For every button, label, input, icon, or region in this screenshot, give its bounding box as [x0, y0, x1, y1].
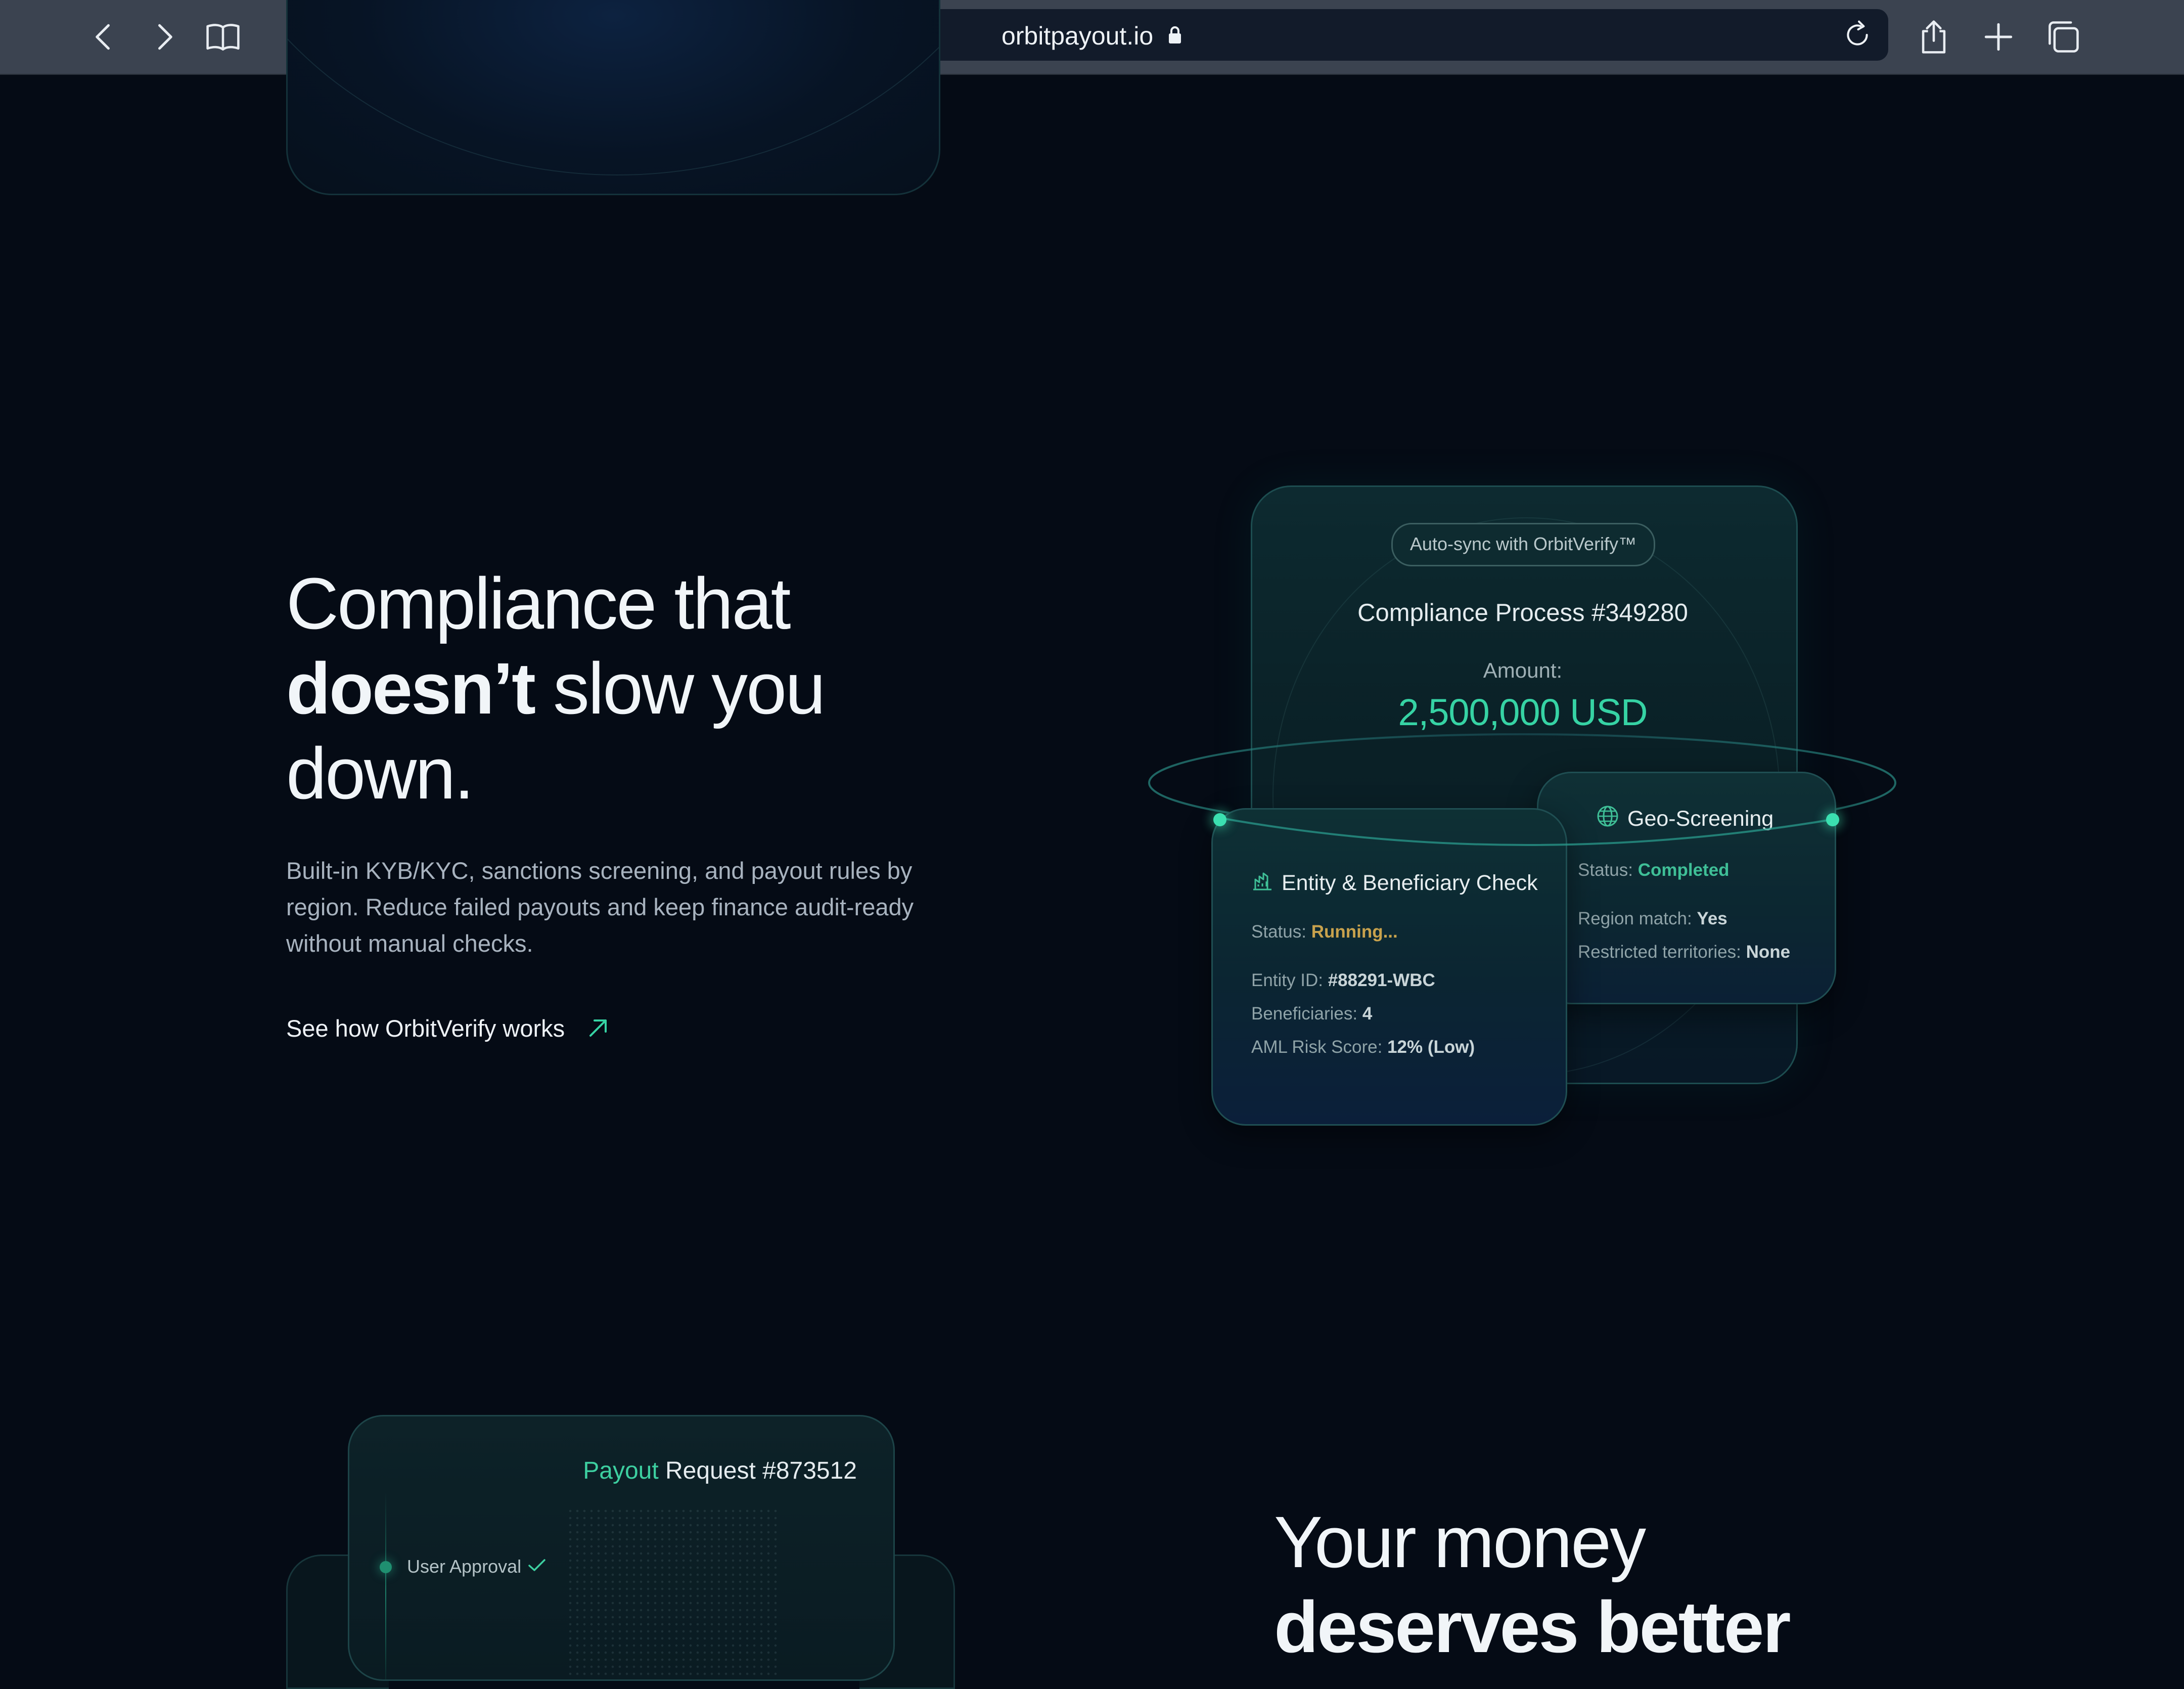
compliance-headline: Compliance that doesn’t slow you down. — [286, 563, 826, 814]
amount-label: Amount: — [1483, 658, 1563, 682]
arrow-up-right-icon[interactable] — [586, 1016, 610, 1040]
check-icon — [527, 1556, 547, 1577]
user-approval-step: User Approval — [407, 1556, 547, 1577]
forward-icon[interactable] — [142, 14, 187, 60]
see-orbitverify-link[interactable]: See how OrbitVerify works — [286, 1014, 565, 1042]
compliance-description: Built-in KYB/KYC, sanctions screening, a… — [286, 857, 914, 957]
share-icon[interactable] — [1911, 14, 1956, 60]
lock-icon — [1167, 21, 1182, 51]
geo-region-match: Region match: Yes — [1578, 909, 1727, 928]
compliance-process-title: Compliance Process #349280 — [1357, 599, 1688, 627]
amount-value: 2,500,000 USD — [1398, 691, 1648, 733]
back-icon[interactable] — [81, 14, 126, 60]
orbit-node-left — [1213, 813, 1226, 826]
approval-node — [380, 1561, 392, 1573]
geo-screening-card: Geo-Screening Status: Completed Region m… — [1537, 772, 1836, 1004]
entity-id: Entity ID: #88291-WBC — [1251, 970, 1435, 990]
entity-beneficiaries: Beneficiaries: 4 — [1251, 1004, 1373, 1024]
geo-status: Status: Completed — [1578, 860, 1730, 880]
auto-sync-badge: Auto-sync with OrbitVerify™ — [1391, 523, 1655, 566]
bookmarks-icon[interactable] — [200, 14, 246, 60]
reload-icon[interactable] — [1842, 19, 1873, 51]
entity-status: Status: Running... — [1251, 922, 1398, 942]
new-tab-icon[interactable] — [1976, 14, 2021, 60]
entity-aml-risk: AML Risk Score: 12% (Low) — [1251, 1037, 1475, 1057]
entity-check-title: Entity & Beneficiary Check — [1282, 871, 1538, 895]
payout-request-card: Payout Request #873512 User Approval — [348, 1415, 895, 1681]
payout-request-title: Payout Request #873512 — [583, 1457, 857, 1484]
tabs-overview-icon[interactable] — [2040, 14, 2086, 60]
money-headline: Your money deserves better — [1274, 1501, 1791, 1668]
orbit-node-right — [1826, 813, 1839, 826]
building-chart-icon — [1251, 869, 1273, 897]
geo-screening-title: Geo-Screening — [1627, 807, 1774, 831]
geo-restricted-territories: Restricted territories: None — [1578, 942, 1791, 962]
previous-section-card — [286, 0, 940, 195]
globe-icon — [1596, 805, 1619, 833]
entity-beneficiary-card: Entity & Beneficiary Check Status: Runni… — [1211, 808, 1567, 1126]
